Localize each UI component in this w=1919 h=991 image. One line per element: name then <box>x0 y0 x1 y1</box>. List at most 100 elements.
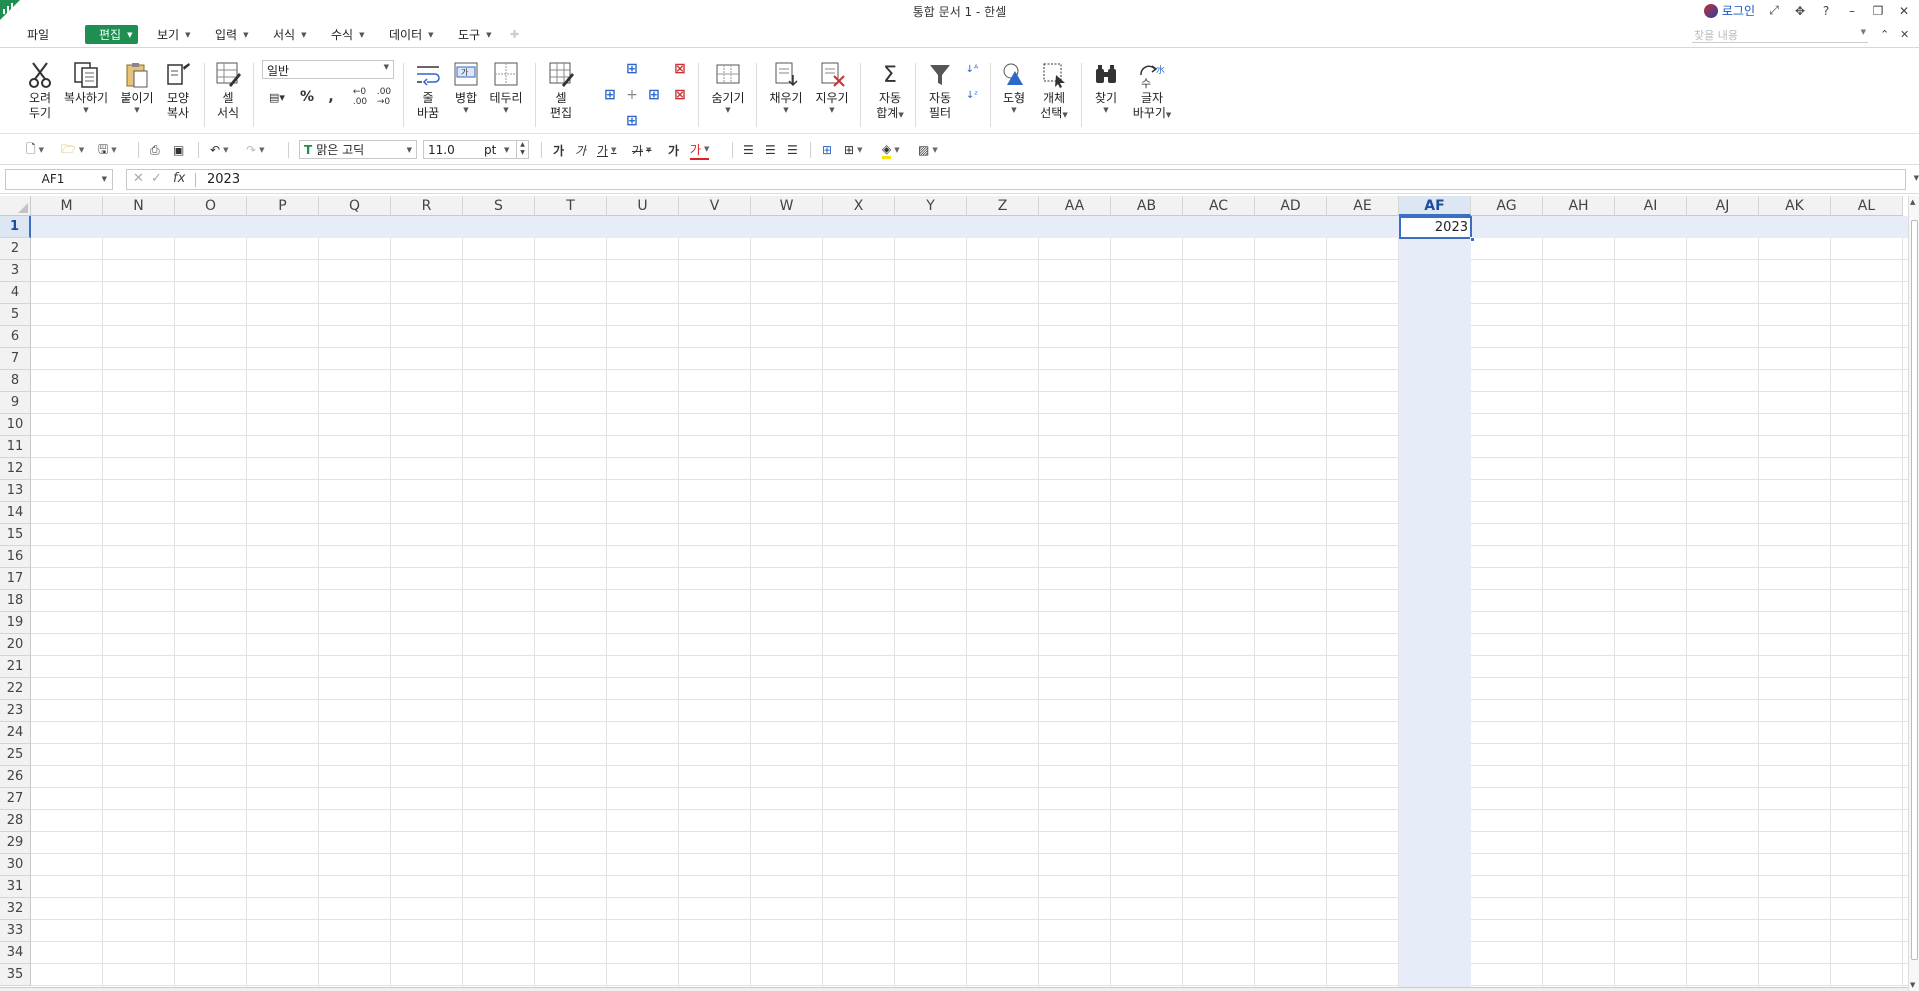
column-header[interactable]: M <box>31 196 103 216</box>
font-size-select[interactable]: 11.0 pt ▼ ▲ ▼ <box>423 140 529 159</box>
column-header[interactable]: X <box>823 196 895 216</box>
align-center-button[interactable]: ☰ <box>765 140 776 160</box>
row-header[interactable]: 18 <box>0 590 31 612</box>
select-all-corner[interactable] <box>0 196 31 216</box>
copy-button[interactable]: 복사하기 ▼ <box>62 59 110 114</box>
login-link[interactable]: 로그인 <box>1703 2 1755 19</box>
collapse-ribbon-icon[interactable]: ⌃ <box>1880 28 1889 41</box>
fill-button[interactable]: 채우기 ▼ <box>766 59 806 114</box>
font-name-select[interactable]: T 맑은 고딕 ▼ <box>299 140 417 159</box>
align-right-button[interactable]: ☰ <box>787 140 798 160</box>
insert-column-left-icon[interactable]: ⊞ <box>600 85 620 105</box>
column-header[interactable]: AJ <box>1687 196 1759 216</box>
autofilter-button[interactable]: 자동 필터 <box>924 59 956 121</box>
column-header[interactable]: V <box>679 196 751 216</box>
column-header[interactable]: AL <box>1831 196 1903 216</box>
cancel-icon[interactable]: ✕ <box>133 171 144 186</box>
underline-button[interactable]: 가 ▼ <box>597 140 616 160</box>
row-header[interactable]: 16 <box>0 546 31 568</box>
cut-button[interactable]: 오려 두기 <box>24 59 56 121</box>
row-header[interactable]: 27 <box>0 788 31 810</box>
row-header[interactable]: 25 <box>0 744 31 766</box>
spreadsheet-grid[interactable]: M N O P Q R S T U V W X Y Z AA AB AC AD AE AF AG AH AI AJ AK AL 1… <box>0 196 1919 991</box>
merge-center-button[interactable]: ⊞ <box>822 140 832 160</box>
print-preview-button[interactable]: ▣ <box>173 140 184 160</box>
column-header[interactable]: AB <box>1111 196 1183 216</box>
menu-edit[interactable]: 편집 ▼ <box>85 25 139 44</box>
column-header[interactable]: AC <box>1183 196 1255 216</box>
scrollbar-thumb[interactable] <box>1911 220 1918 960</box>
row-header[interactable]: 10 <box>0 414 31 436</box>
print-button[interactable]: ⎙ <box>150 140 160 160</box>
new-document-button[interactable]: 🗋 ▼ <box>26 140 44 160</box>
shape-button[interactable]: 도형 ▼ <box>998 59 1030 114</box>
sort-ascending-icon[interactable]: ↓ᴬ <box>962 59 982 79</box>
row-header[interactable]: 1 <box>0 216 31 238</box>
column-header[interactable]: AK <box>1759 196 1831 216</box>
move-icon[interactable]: ✥ <box>1793 3 1807 19</box>
scroll-up-icon[interactable]: ▲ <box>1910 198 1915 206</box>
extension-icon[interactable]: ✚ <box>510 28 519 41</box>
column-header[interactable]: AF <box>1399 196 1471 216</box>
row-header[interactable]: 19 <box>0 612 31 634</box>
row-header[interactable]: 15 <box>0 524 31 546</box>
name-box[interactable]: AF1 ▼ <box>5 169 113 190</box>
paste-button[interactable]: 붙이기 ▼ <box>117 59 157 114</box>
replace-button[interactable]: 수水 글자 바꾸기▼ <box>1130 59 1174 121</box>
cell-area[interactable]: 2023 <box>31 216 1908 991</box>
font-size-spinner[interactable]: ▲ ▼ <box>516 141 528 158</box>
row-header[interactable]: 24 <box>0 722 31 744</box>
font-color-button[interactable]: 가 ▼ <box>690 140 710 160</box>
fill-color-button[interactable]: ◈ ▼ <box>882 140 900 160</box>
column-header[interactable]: AD <box>1255 196 1327 216</box>
format-painter-button[interactable]: 모양 복사 <box>162 59 194 121</box>
column-header[interactable]: S <box>463 196 535 216</box>
open-button[interactable]: 🗁 ▼ <box>61 140 84 160</box>
column-header[interactable]: Q <box>319 196 391 216</box>
expand-formula-icon[interactable]: ▼ <box>1914 174 1919 182</box>
row-header[interactable]: 26 <box>0 766 31 788</box>
column-header[interactable]: Y <box>895 196 967 216</box>
find-input[interactable]: 찾을 내용 ▼ <box>1692 27 1868 43</box>
sort-descending-icon[interactable]: ↓ᶻ <box>962 85 982 105</box>
column-header[interactable]: Z <box>967 196 1039 216</box>
row-header[interactable]: 20 <box>0 634 31 656</box>
pattern-button[interactable]: ▨ ▼ <box>918 140 938 160</box>
insert-row-above-icon[interactable]: ⊞ <box>622 59 642 79</box>
redo-button[interactable]: ↷ ▼ <box>246 140 264 160</box>
row-header[interactable]: 6 <box>0 326 31 348</box>
column-header[interactable]: T <box>535 196 607 216</box>
row-header[interactable]: 31 <box>0 876 31 898</box>
column-header[interactable]: AA <box>1039 196 1111 216</box>
row-header[interactable]: 23 <box>0 700 31 722</box>
decrease-decimal-icon[interactable]: .00 →0 <box>374 87 394 107</box>
row-header[interactable]: 21 <box>0 656 31 678</box>
row-header[interactable]: 17 <box>0 568 31 590</box>
menu-formula[interactable]: 수식 ▼ <box>327 25 368 44</box>
column-header[interactable]: U <box>607 196 679 216</box>
text-style-button[interactable]: 가 <box>668 140 679 160</box>
bold-button[interactable]: 가 <box>553 140 564 160</box>
delete-column-icon[interactable]: ⊠ <box>670 85 690 105</box>
column-header[interactable]: R <box>391 196 463 216</box>
row-header[interactable]: 32 <box>0 898 31 920</box>
menu-format[interactable]: 서식 ▼ <box>269 25 310 44</box>
vertical-scrollbar[interactable]: ▲ ▼ <box>1908 196 1919 991</box>
row-header[interactable]: 30 <box>0 854 31 876</box>
delete-row-icon[interactable]: ⊠ <box>670 59 690 79</box>
help-icon[interactable]: ? <box>1819 3 1833 19</box>
row-header[interactable]: 5 <box>0 304 31 326</box>
fullscreen-icon[interactable]: ⤢ <box>1767 3 1781 19</box>
clear-button[interactable]: 지우기 ▼ <box>812 59 852 114</box>
comma-button[interactable]: , <box>321 87 341 107</box>
increase-decimal-icon[interactable]: ←0.00 <box>350 87 370 107</box>
merge-button[interactable]: 가 병합 ▼ <box>450 59 482 114</box>
row-header[interactable]: 14 <box>0 502 31 524</box>
confirm-icon[interactable]: ✓ <box>151 171 162 186</box>
scroll-down-icon[interactable]: ▼ <box>1910 981 1915 989</box>
strikethrough-button[interactable]: 가 ▼ <box>632 140 651 160</box>
cell-format-button[interactable]: 셀 서식 <box>212 59 244 121</box>
menu-file[interactable]: 파일 <box>23 25 53 44</box>
number-format-select[interactable]: 일반 ▼ <box>262 60 394 79</box>
menu-tools[interactable]: 도구 ▼ <box>454 25 495 44</box>
